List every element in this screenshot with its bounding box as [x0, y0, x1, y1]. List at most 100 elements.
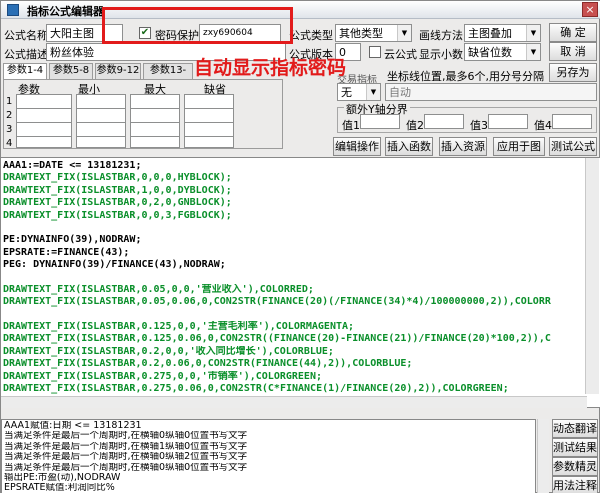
param-max-input[interactable]	[130, 94, 180, 109]
extra-y-value-input[interactable]	[360, 114, 400, 129]
decimals-select[interactable]: 缺省位数 ▼	[464, 43, 541, 61]
output-line: 当满足条件是最后一个周期时,在横轴1纵轴0位置书写文字	[4, 441, 248, 452]
apply-to-chart-button[interactable]: 应用于图	[493, 137, 545, 156]
code-line: DRAWTEXT_FIX(ISLASTBAR,1,0,0,DYBLOCK);	[3, 184, 232, 196]
param-default-input[interactable]	[184, 94, 234, 109]
chevron-down-icon: ▼	[526, 44, 540, 60]
usage-note-button[interactable]: 用法注释	[552, 476, 598, 493]
extra-y-value-label: 值3	[470, 119, 488, 132]
chevron-down-icon: ▼	[526, 25, 540, 41]
insert-resource-button[interactable]: 插入资源	[439, 137, 487, 156]
param-min-input[interactable]	[76, 122, 126, 137]
extra-y-value-input[interactable]	[488, 114, 528, 129]
editor-vertical-scrollbar[interactable]	[585, 158, 599, 394]
test-formula-button[interactable]: 测试公式	[549, 137, 597, 156]
formula-name-label: 公式名称	[4, 29, 48, 42]
edit-operation-button[interactable]: 编辑操作	[333, 137, 381, 156]
code-line: DRAWTEXT_FIX(ISLASTBAR,0,2,0,GNBLOCK);	[3, 197, 232, 209]
extra-y-value-input[interactable]	[552, 114, 592, 129]
tab-params-1-4[interactable]: 参数1-4	[3, 63, 47, 80]
ok-button[interactable]: 确 定	[549, 23, 597, 42]
param-name-input[interactable]	[16, 122, 72, 137]
cloud-formula-checkbox[interactable]	[369, 46, 381, 58]
code-line: PEG: DYNAINFO(39)/FINANCE(43),NODRAW;	[3, 259, 226, 271]
param-min-input[interactable]	[76, 136, 126, 148]
param-default-input[interactable]	[184, 136, 234, 148]
chevron-down-icon: ▼	[366, 84, 380, 100]
param-min-input[interactable]	[76, 94, 126, 109]
window-title: 指标公式编辑器	[27, 5, 104, 18]
formula-desc-label: 公式描述	[4, 48, 48, 61]
app-icon	[7, 4, 19, 16]
output-line: 当满足条件是最后一个周期时,在横轴0纵轴2位置书写文字	[4, 452, 248, 463]
insert-function-button[interactable]: 插入函数	[385, 137, 433, 156]
param-max-input[interactable]	[130, 108, 180, 123]
param-row-number: 2	[6, 110, 13, 121]
draw-method-value: 主图叠加	[468, 27, 512, 40]
tab-params-9-12[interactable]: 参数9-12	[95, 63, 141, 79]
output-lines: AAA1赋值:日期 <= 13181231 当满足条件是最后一个周期时,在横轴0纵…	[4, 421, 533, 493]
param-row-number: 4	[6, 138, 13, 149]
extra-y-value-input[interactable]	[424, 114, 464, 129]
code-line: DRAWTEXT_FIX(ISLASTBAR,0.125,0,0,'主营毛利率'…	[3, 321, 355, 333]
param-name-input[interactable]	[16, 94, 72, 109]
param-row-number: 3	[6, 124, 13, 135]
formula-editor-window: 指标公式编辑器 × 公式名称 大阳主图 ✔ 密码保护 zxy690604 公式类…	[0, 0, 600, 493]
param-max-input[interactable]	[130, 122, 180, 137]
code-line: EPSRATE:=FINANCE(43);	[3, 246, 130, 258]
save-as-button[interactable]: 另存为	[549, 63, 597, 82]
code-line: DRAWTEXT_FIX(ISLASTBAR,0.275,0.06,0,CON2…	[3, 383, 509, 395]
formula-type-value: 其他类型	[339, 27, 383, 40]
param-tuning-button[interactable]: 参数精灵	[552, 457, 598, 476]
code-line: DRAWTEXT_FIX(ISLASTBAR,0,0,0,HYBLOCK);	[3, 172, 232, 184]
param-max-input[interactable]	[130, 136, 180, 148]
close-button[interactable]: ×	[582, 2, 598, 17]
output-line: 输出PE:市盈(动),NODRAW	[4, 472, 121, 483]
formula-type-select[interactable]: 其他类型 ▼	[335, 24, 412, 42]
code-line: AAA1:=DATE <= 13181231;	[3, 160, 142, 171]
cancel-button[interactable]: 取 消	[549, 42, 597, 61]
output-vertical-scrollbar[interactable]	[537, 419, 549, 493]
extra-y-value-label: 值2	[406, 119, 424, 132]
param-panel: 参数 最小 最大 缺省 1 2 3 4	[3, 79, 283, 149]
password-highlight-box	[102, 7, 293, 44]
code-line: DRAWTEXT_FIX(ISLASTBAR,0.125,0.06,0,CON2…	[3, 333, 551, 345]
code-line: DRAWTEXT_FIX(ISLASTBAR,0.05,0.06,0,CON2S…	[3, 296, 551, 308]
formula-type-label: 公式类型	[289, 29, 333, 42]
code-line: DRAWTEXT_FIX(ISLASTBAR,0,0,3,FGBLOCK);	[3, 209, 232, 221]
code-line: DRAWTEXT_FIX(ISLASTBAR,0.05,0,0,'营业收入'),…	[3, 283, 314, 295]
draw-method-label: 画线方法	[419, 29, 463, 42]
extra-y-value-label: 值4	[534, 119, 552, 132]
coordinate-hint-label: 坐标线位置,最多6个,用分号分隔	[387, 70, 544, 83]
param-default-input[interactable]	[184, 108, 234, 123]
test-result-button[interactable]: 测试结果	[552, 438, 598, 457]
extra-y-axis-group: 额外Y轴分界 值1 值2 值3 值4	[337, 101, 597, 133]
editor-horizontal-scrollbar[interactable]	[1, 396, 587, 408]
draw-none-value: 无	[341, 86, 352, 99]
param-default-input[interactable]	[184, 122, 234, 137]
param-min-input[interactable]	[76, 108, 126, 123]
code-lines: AAA1:=DATE <= 13181231; DRAWTEXT_FIX(ISLA…	[3, 160, 599, 395]
output-line: 当满足条件是最后一个周期时,在横轴0纵轴0位置书写文字	[4, 462, 248, 473]
overlay-annotation-text: 自动显示指标密码	[194, 57, 347, 79]
tab-params-13-16[interactable]: 参数13-16	[143, 63, 193, 90]
output-line: EPSRATE赋值:利润同比%	[4, 483, 115, 493]
param-row-number: 1	[6, 96, 13, 107]
dynamic-translate-button[interactable]: 动态翻译	[552, 419, 598, 438]
code-line: PE:DYNAINFO(39),NODRAW;	[3, 234, 142, 246]
decimals-label: 显示小数	[419, 48, 463, 61]
cloud-formula-label: 云公式	[384, 48, 417, 61]
draw-method-select[interactable]: 主图叠加 ▼	[464, 24, 541, 42]
tab-params-5-8[interactable]: 参数5-8	[49, 63, 93, 79]
code-editor[interactable]: AAA1:=DATE <= 13181231; DRAWTEXT_FIX(ISLA…	[1, 157, 600, 408]
chevron-down-icon: ▼	[397, 25, 411, 41]
title-bar: 指标公式编辑器 ×	[1, 1, 600, 19]
param-name-input[interactable]	[16, 136, 72, 148]
draw-none-select[interactable]: 无 ▼	[337, 83, 381, 101]
param-name-input[interactable]	[16, 108, 72, 123]
code-line: DRAWTEXT_FIX(ISLASTBAR,0.2,0.06,0,CON2ST…	[3, 358, 413, 370]
coordinate-input[interactable]: 自动	[385, 83, 597, 101]
